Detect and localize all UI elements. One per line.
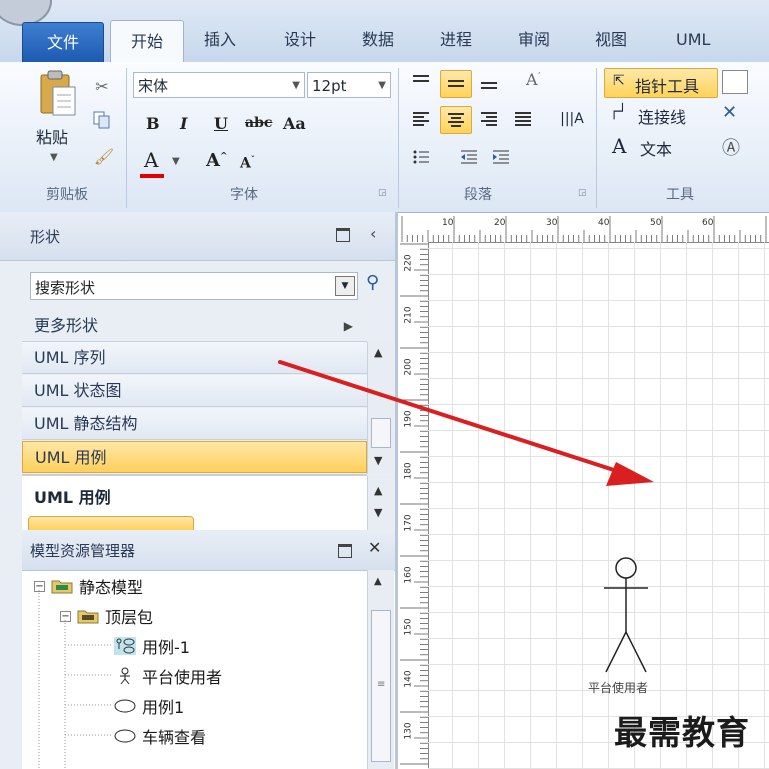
annotation-arrow [278,360,654,486]
watermark: 最需教育 [614,713,750,752]
